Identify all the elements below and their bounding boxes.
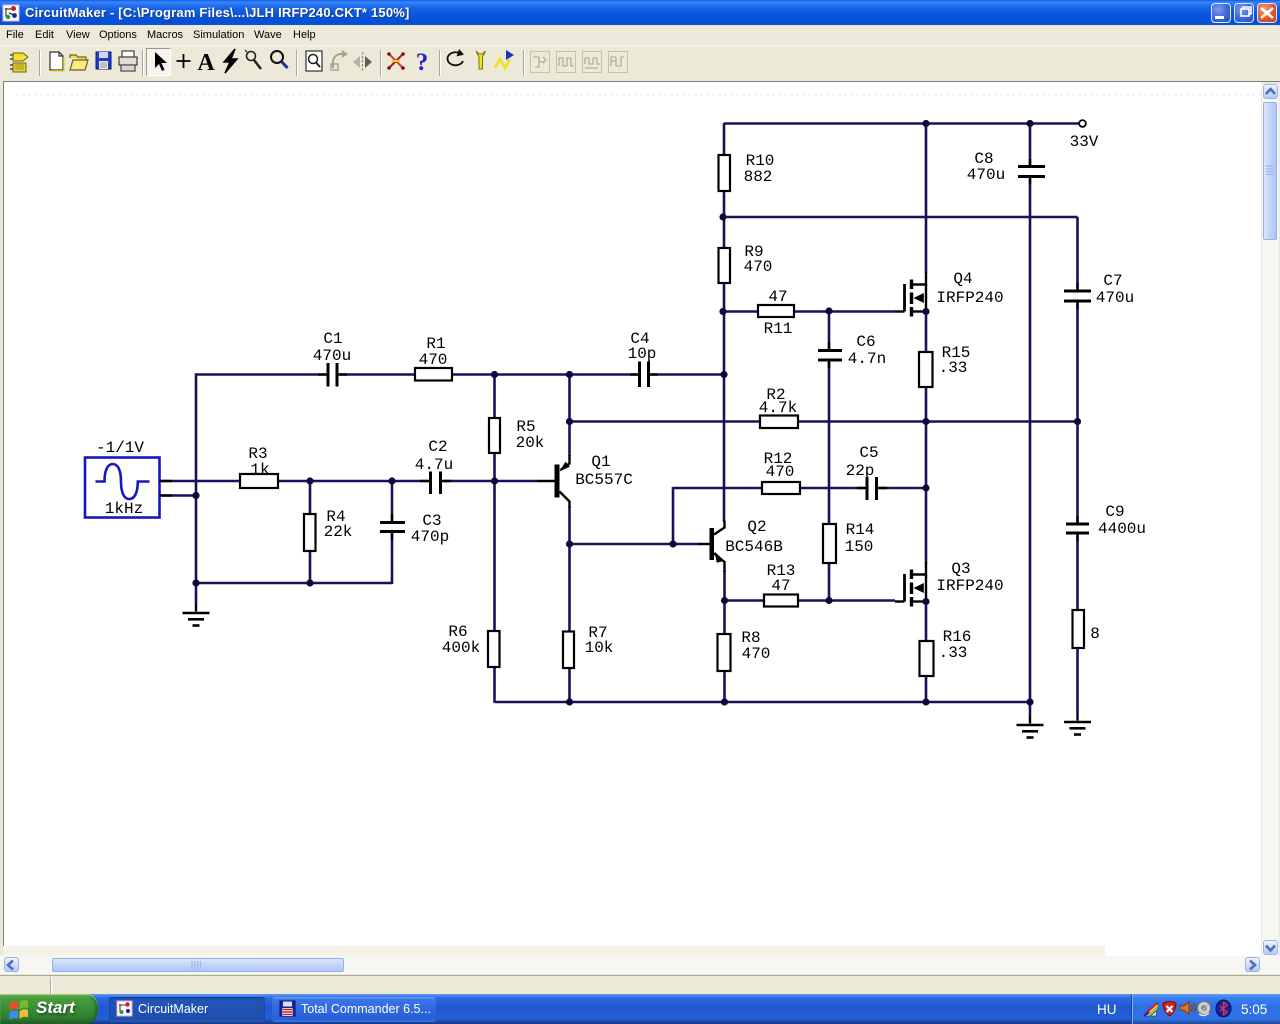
svg-text:?: ?	[416, 49, 429, 76]
svg-text:A: A	[197, 50, 215, 76]
